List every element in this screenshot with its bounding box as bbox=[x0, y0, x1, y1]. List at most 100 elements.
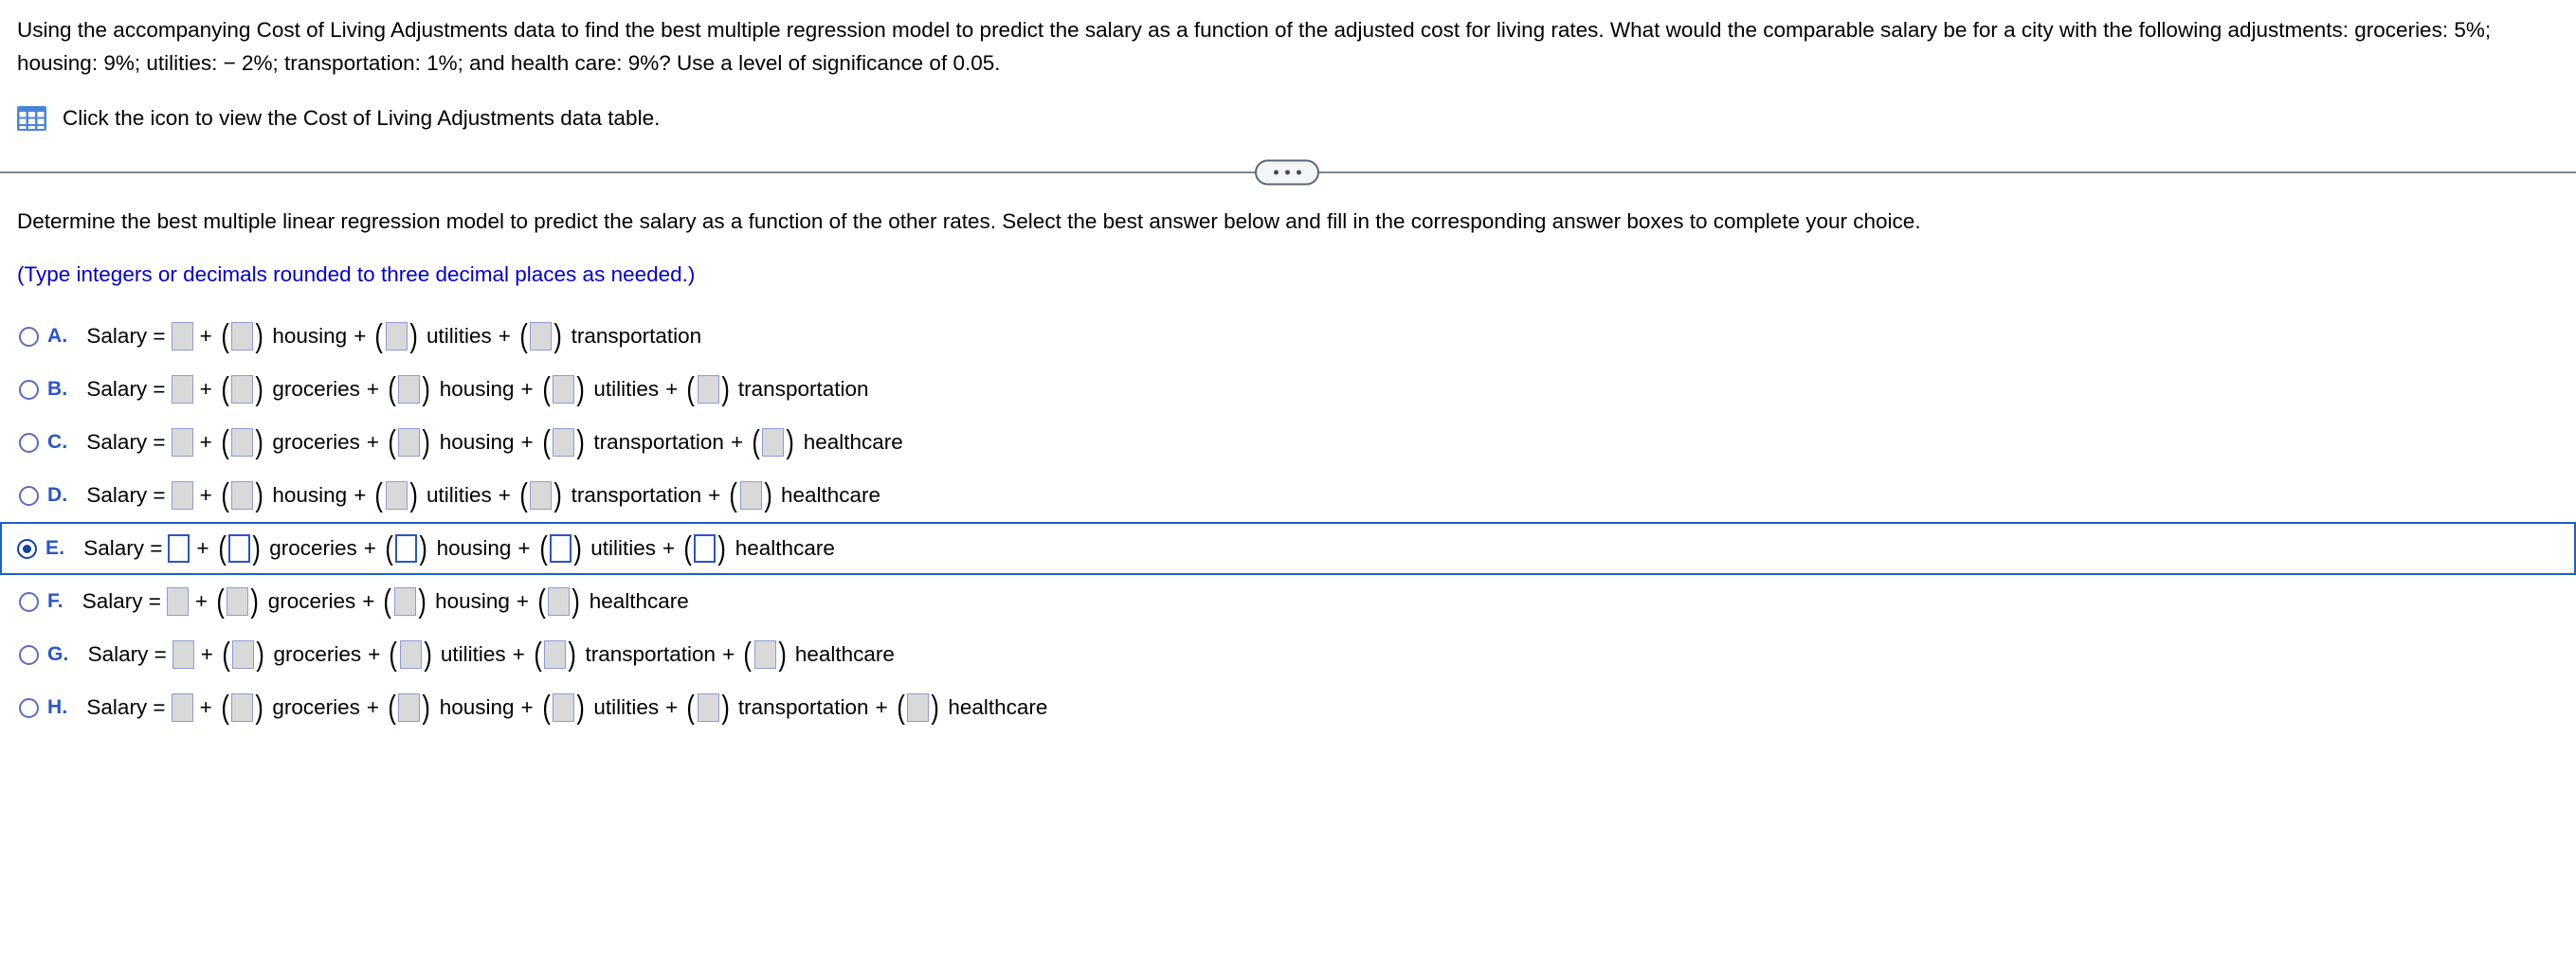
coefficient-input-transportation[interactable] bbox=[530, 322, 553, 351]
data-table-link-row[interactable]: Click the icon to view the Cost of Livin… bbox=[0, 105, 2576, 132]
intercept-input[interactable] bbox=[168, 534, 190, 563]
formula-lead: Salary = bbox=[86, 324, 166, 348]
coefficient-input-utilities[interactable] bbox=[385, 322, 408, 351]
option-row-a[interactable]: A. Salary = +() housing +() utilities +() trans… bbox=[0, 310, 2576, 363]
plus-sign: + bbox=[199, 324, 212, 348]
variable-label: healthcare bbox=[780, 483, 881, 507]
table-icon[interactable] bbox=[17, 106, 46, 131]
radio-h[interactable] bbox=[19, 697, 39, 718]
coefficient-input-utilities[interactable] bbox=[385, 481, 408, 510]
plus-sign: + bbox=[363, 536, 376, 560]
coefficient-input-housing[interactable] bbox=[398, 375, 421, 404]
radio-d[interactable] bbox=[19, 485, 39, 506]
coefficient-input-healthcare[interactable] bbox=[548, 587, 571, 616]
coefficient-input-transportation[interactable] bbox=[697, 693, 719, 722]
radio-g[interactable] bbox=[19, 644, 39, 665]
option-row-g[interactable]: G. Salary = +() groceries +() utilities +() tra… bbox=[0, 628, 2576, 681]
regression-formula: Salary = +() groceries +() housing +() utiliti… bbox=[86, 373, 868, 405]
radio-b[interactable] bbox=[19, 379, 39, 400]
option-letter: B. bbox=[47, 378, 68, 400]
coefficient-input-utilities[interactable] bbox=[549, 534, 571, 563]
rounding-hint: (Type integers or decimals rounded to th… bbox=[17, 262, 696, 286]
coefficient-input-groceries[interactable] bbox=[231, 375, 254, 404]
coefficient-input-groceries[interactable] bbox=[231, 693, 254, 722]
plus-sign: + bbox=[366, 695, 380, 719]
coefficient-group: () bbox=[387, 424, 432, 460]
option-row-f[interactable]: F. Salary = +() groceries +() housing +() healt… bbox=[0, 575, 2576, 628]
right-paren: ) bbox=[255, 424, 263, 460]
option-row-d[interactable]: D. Salary = +() housing +() utilities +() trans… bbox=[0, 469, 2576, 522]
right-paren: ) bbox=[573, 530, 582, 566]
coefficient-input-healthcare[interactable] bbox=[906, 693, 929, 722]
option-row-b[interactable]: B. Salary = +() groceries +() housing +() utili… bbox=[0, 363, 2576, 416]
variable-label: housing bbox=[439, 695, 515, 719]
coefficient-group: () bbox=[533, 638, 578, 671]
right-paren: ) bbox=[553, 318, 563, 354]
coefficient-input-groceries[interactable] bbox=[227, 534, 250, 563]
coefficient-input-housing[interactable] bbox=[231, 481, 254, 510]
coefficient-input-healthcare[interactable] bbox=[753, 640, 776, 669]
intercept-input[interactable] bbox=[171, 693, 193, 722]
coefficient-group: () bbox=[682, 532, 728, 565]
coefficient-input-utilities[interactable] bbox=[553, 693, 575, 722]
coefficient-group: () bbox=[221, 638, 266, 671]
coefficient-input-transportation[interactable] bbox=[553, 428, 575, 457]
left-paren: ( bbox=[221, 690, 229, 726]
question-section: Determine the best multiple linear regre… bbox=[0, 173, 2576, 289]
intercept-input[interactable] bbox=[171, 428, 193, 457]
option-row-c[interactable]: C. Salary = +() groceries +() housing +() trans… bbox=[0, 416, 2576, 469]
left-paren: ( bbox=[221, 477, 229, 513]
radio-e[interactable] bbox=[17, 538, 37, 559]
coefficient-input-healthcare[interactable] bbox=[694, 534, 717, 563]
variable-label: transportation bbox=[737, 695, 869, 719]
intercept-input[interactable] bbox=[171, 481, 193, 510]
option-row-h[interactable]: H. Salary = +() groceries +() housing +() utili… bbox=[0, 681, 2576, 734]
regression-formula: Salary = +() housing +() utilities +() transpo… bbox=[86, 477, 881, 513]
answer-options-list: A. Salary = +() housing +() utilities +() trans… bbox=[0, 310, 2576, 734]
left-paren: ( bbox=[388, 424, 396, 460]
intercept-input[interactable] bbox=[171, 322, 193, 351]
left-paren: ( bbox=[374, 318, 384, 354]
right-paren: ) bbox=[250, 584, 260, 620]
coefficient-input-transportation[interactable] bbox=[697, 375, 719, 404]
left-paren: ( bbox=[217, 530, 227, 566]
coefficient-group: () bbox=[538, 530, 584, 566]
plus-sign: + bbox=[498, 483, 511, 507]
coefficient-input-housing[interactable] bbox=[395, 534, 418, 563]
coefficient-input-housing[interactable] bbox=[231, 322, 254, 351]
coefficient-input-groceries[interactable] bbox=[231, 428, 254, 457]
variable-label: utilities bbox=[590, 536, 656, 560]
coefficient-input-healthcare[interactable] bbox=[762, 428, 785, 457]
coefficient-input-healthcare[interactable] bbox=[739, 481, 762, 510]
formula-lead: Salary = bbox=[82, 589, 161, 613]
coefficient-input-housing[interactable] bbox=[398, 428, 421, 457]
radio-c[interactable] bbox=[19, 432, 39, 453]
intercept-input[interactable] bbox=[172, 640, 194, 669]
coefficient-input-utilities[interactable] bbox=[399, 640, 422, 669]
radio-f[interactable] bbox=[19, 591, 39, 612]
coefficient-input-transportation[interactable] bbox=[544, 640, 567, 669]
ellipsis-dot-3 bbox=[1296, 170, 1301, 175]
coefficient-input-groceries[interactable] bbox=[227, 587, 249, 616]
plus-sign: + bbox=[722, 642, 735, 666]
coefficient-input-transportation[interactable] bbox=[530, 481, 553, 510]
left-paren: ( bbox=[389, 637, 398, 673]
intercept-input[interactable] bbox=[166, 587, 189, 616]
radio-a[interactable] bbox=[19, 326, 39, 347]
variable-label: healthcare bbox=[794, 642, 895, 666]
option-row-e[interactable]: E. Salary = +() groceries +() housing +() utili… bbox=[0, 522, 2576, 575]
coefficient-input-groceries[interactable] bbox=[232, 640, 255, 669]
coefficient-input-housing[interactable] bbox=[398, 693, 421, 722]
coefficient-input-utilities[interactable] bbox=[553, 375, 575, 404]
variable-label: transportation bbox=[571, 483, 702, 507]
coefficient-input-housing[interactable] bbox=[393, 587, 416, 616]
intercept-input[interactable] bbox=[171, 375, 193, 404]
right-paren: ) bbox=[576, 690, 585, 726]
plus-sign: + bbox=[199, 377, 212, 401]
coefficient-group: () bbox=[728, 479, 773, 512]
left-paren: ( bbox=[221, 424, 229, 460]
plus-sign: + bbox=[520, 377, 534, 401]
right-paren: ) bbox=[931, 690, 939, 726]
divider-ellipsis-button[interactable] bbox=[1255, 159, 1319, 186]
variable-label: housing bbox=[436, 536, 512, 560]
